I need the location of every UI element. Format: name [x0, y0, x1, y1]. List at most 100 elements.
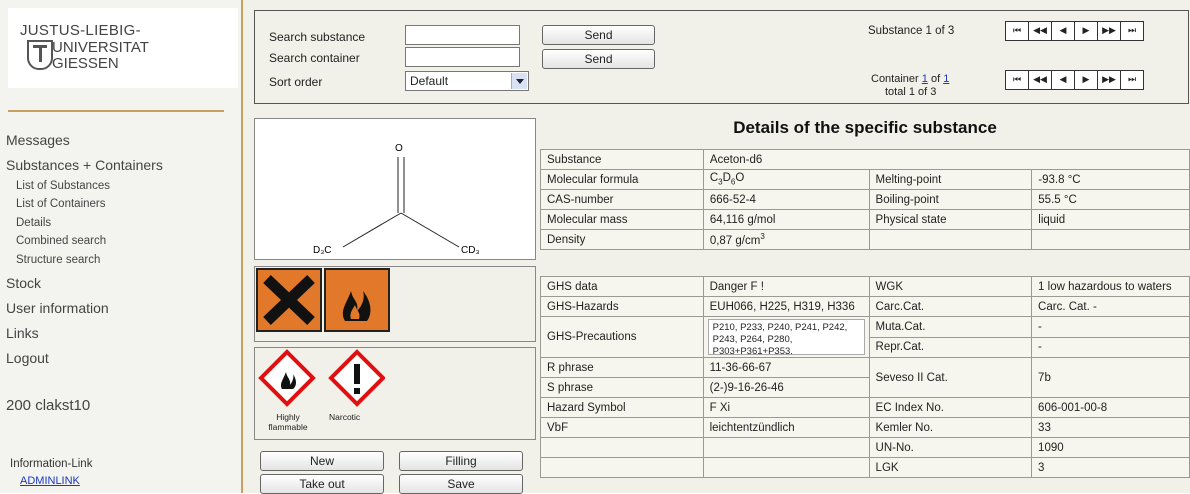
- container-total: total 1 of 3: [885, 86, 937, 98]
- atom-right: CD₃: [461, 245, 480, 256]
- cell: 1090: [1031, 437, 1190, 458]
- container-counter: Container 1 of 1: [871, 73, 949, 85]
- nav-structure-search[interactable]: Structure search: [16, 254, 100, 266]
- university-emblem-icon: [27, 40, 53, 70]
- cell: UN-No.: [868, 437, 1033, 458]
- nav-messages[interactable]: Messages: [6, 132, 70, 148]
- cell: -: [1031, 316, 1190, 338]
- table-row: Hazard Symbol F Xi EC Index No. 606-001-…: [540, 397, 1190, 418]
- cell: [702, 437, 870, 458]
- table-row: Substance Aceton-d6: [540, 149, 1190, 170]
- university-logo: JUSTUS-LIEBIG- UNIVERSITAT GIESSEN: [8, 8, 238, 88]
- molecule-structure: O D₃C CD₃: [313, 143, 480, 256]
- admin-link[interactable]: ADMINLINK: [20, 475, 80, 487]
- ghs-pictograms-panel: Highly flammable Narcotic: [254, 347, 536, 440]
- table-row: Molecular formula C3D6O Melting-point -93.8…: [540, 169, 1190, 190]
- cell: leichtentzündlich: [702, 417, 870, 438]
- filling-button[interactable]: Filling: [399, 451, 523, 471]
- forward-icon[interactable]: ▶▶: [1097, 21, 1120, 41]
- last-icon[interactable]: ⏭: [1120, 21, 1144, 41]
- cell: (2-)9-16-26-46: [702, 377, 870, 398]
- table-row: GHS-Hazards EUH066, H225, H319, H336 Car…: [540, 296, 1190, 317]
- cell: Carc. Cat. -: [1031, 296, 1190, 317]
- flammable-flame-icon: [324, 268, 390, 332]
- nav-list-substances[interactable]: List of Substances: [16, 180, 110, 192]
- hazard-symbols-panel: [254, 266, 536, 342]
- table-row: UN-No. 1090: [540, 437, 1190, 458]
- rewind-icon[interactable]: ◀◀: [1028, 21, 1051, 41]
- prev-icon[interactable]: ◀: [1051, 21, 1074, 41]
- cell: liquid: [1031, 209, 1190, 230]
- next-icon[interactable]: ▶: [1074, 21, 1097, 41]
- cell: Danger F !: [702, 276, 870, 297]
- structure-panel: O D₃C CD₃: [254, 118, 536, 260]
- table-row: Molecular mass 64,116 g/mol Physical state…: [540, 209, 1190, 230]
- nav-substances-containers[interactable]: Substances + Containers: [6, 157, 163, 173]
- last-icon[interactable]: ⏭: [1120, 70, 1144, 90]
- details-table-hazard: GHS data Danger F ! WGK 1 low hazardous …: [540, 276, 1190, 478]
- nav-combined-search[interactable]: Combined search: [16, 235, 106, 247]
- search-substance-label: Search substance: [269, 30, 366, 44]
- cell: VbF: [540, 417, 704, 438]
- chevron-down-icon[interactable]: [511, 73, 527, 89]
- new-button[interactable]: New: [260, 451, 384, 471]
- send-substance-button[interactable]: Send: [542, 25, 655, 45]
- cell: Melting-point: [868, 169, 1033, 190]
- cell: Molecular mass: [540, 209, 704, 230]
- nav-stock[interactable]: Stock: [6, 275, 41, 291]
- nav-user-information[interactable]: User information: [6, 300, 109, 316]
- table-row: Density 0,87 g/cm3: [540, 229, 1190, 250]
- first-icon[interactable]: ⏮: [1005, 70, 1028, 90]
- cell: Seveso II Cat.: [868, 357, 1033, 398]
- cell: [540, 437, 704, 458]
- first-icon[interactable]: ⏮: [1005, 21, 1028, 41]
- search-substance-input[interactable]: [405, 25, 520, 45]
- container-total-link[interactable]: 1: [943, 73, 949, 85]
- prev-icon[interactable]: ◀: [1051, 70, 1074, 90]
- next-icon[interactable]: ▶: [1074, 70, 1097, 90]
- nav-logout[interactable]: Logout: [6, 350, 49, 366]
- sort-order-select[interactable]: Default: [405, 71, 529, 91]
- take-out-button[interactable]: Take out: [260, 474, 384, 494]
- cell: [702, 457, 870, 478]
- table-row: R phrase 11-36-66-67 Seveso II Cat. 7b: [540, 357, 1190, 398]
- cell: CAS-number: [540, 189, 704, 210]
- cell: Density: [540, 229, 704, 250]
- cell: 1 low hazardous to waters: [1031, 276, 1190, 297]
- cell: Substance: [540, 149, 704, 170]
- cell: 0,87 g/cm3: [702, 229, 870, 250]
- nav-details[interactable]: Details: [16, 217, 51, 229]
- table-row: CAS-number 666-52-4 Boiling-point 55.5 °C: [540, 189, 1190, 210]
- save-button[interactable]: Save: [399, 474, 523, 494]
- substance-pager: ⏮ ◀◀ ◀ ▶ ▶▶ ⏭: [1005, 21, 1144, 41]
- cell: 606-001-00-8: [1031, 397, 1190, 418]
- cell: -: [1031, 336, 1190, 358]
- user-label: 200 clakst10: [6, 397, 91, 414]
- details-table-basic: Substance Aceton-d6 Molecular formula C3D6O…: [540, 149, 1190, 250]
- cell: Boiling-point: [868, 189, 1033, 210]
- sort-order-label: Sort order: [269, 75, 323, 89]
- container-prefix: Container: [871, 73, 922, 85]
- cell: Molecular formula: [540, 169, 704, 190]
- picto-label-flammable: Highly flammable: [268, 412, 308, 432]
- cell: Muta.Cat.: [868, 316, 1033, 338]
- rewind-icon[interactable]: ◀◀: [1028, 70, 1051, 90]
- cell: F Xi: [702, 397, 870, 418]
- cell: 33: [1031, 417, 1190, 438]
- cell: Kemler No.: [868, 417, 1033, 438]
- nav-list-containers[interactable]: List of Containers: [16, 198, 106, 210]
- nav-links[interactable]: Links: [6, 325, 39, 341]
- container-of: of: [927, 73, 944, 85]
- logo-line1: JUSTUS-LIEBIG-: [20, 22, 141, 39]
- table-row: VbF leichtentzündlich Kemler No. 33: [540, 417, 1190, 438]
- cell: Aceton-d6: [702, 149, 1190, 170]
- cell: GHS data: [540, 276, 704, 297]
- forward-icon[interactable]: ▶▶: [1097, 70, 1120, 90]
- table-row: LGK 3: [540, 457, 1190, 478]
- logo-line3: GIESSEN: [52, 55, 119, 72]
- search-container-label: Search container: [269, 51, 360, 65]
- ghs-precautions-field[interactable]: P210, P233, P240, P241, P242, P243, P264…: [707, 319, 865, 355]
- search-container-input[interactable]: [405, 47, 520, 67]
- send-container-button[interactable]: Send: [542, 49, 655, 69]
- cell: Carc.Cat.: [868, 296, 1033, 317]
